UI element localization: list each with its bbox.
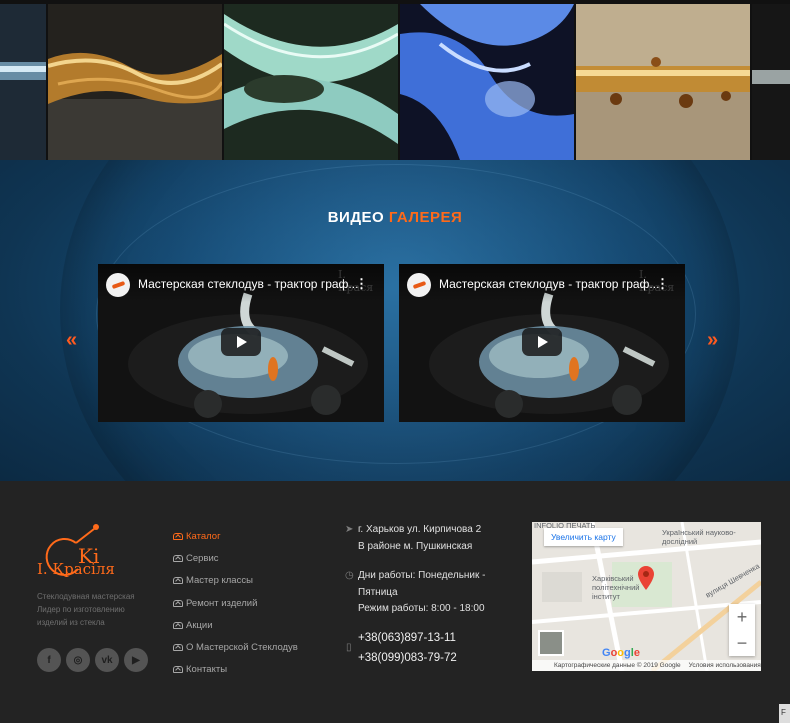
menu-item-label: Ремонт изделий [186,597,258,609]
video-player-1[interactable]: I. Крася Мастерская стеклодув - трактор … [98,264,384,422]
glass-tile-1[interactable] [0,4,46,160]
home-icon [173,666,183,674]
instagram-icon[interactable]: ◎ [66,648,90,672]
vk-icon[interactable]: vk [95,648,119,672]
home-icon [173,599,183,607]
home-icon [173,554,183,562]
map-zoom-control: + − [729,604,755,656]
address-district: В районе м. Пушкинская [358,541,473,552]
brand-name[interactable]: І. Красіля [37,560,115,578]
menu-item-service[interactable]: Сервис [173,547,298,569]
satellite-toggle-icon[interactable] [538,630,564,656]
next-arrow-icon[interactable]: » [707,329,718,352]
footer-menu: Каталог Сервис Мастер классы Ремонт изде… [173,525,298,681]
work-days: Дни работы: Понедельник - [358,570,486,581]
clock-icon: ◷ [345,570,354,581]
prev-arrow-icon[interactable]: « [66,329,77,352]
video-player-2[interactable]: I. Крася Мастерская стеклодув - трактор … [399,264,685,422]
map-terms-link[interactable]: Условия использования [689,662,761,669]
enlarge-map-button[interactable]: Увеличить карту [544,528,623,546]
menu-item-about[interactable]: О Мастерской Стеклодув [173,636,298,658]
menu-item-label: Контакты [186,664,228,676]
play-button-icon[interactable] [522,328,562,356]
corner-widget[interactable]: F [779,704,790,723]
menu-item-label: О Мастерской Стеклодув [186,642,298,654]
youtube-icon[interactable]: ▶ [124,648,148,672]
phone-number-1[interactable]: +38(063)897-13-11 [358,632,456,644]
home-icon [173,577,183,585]
title-word-video: ВИДЕО [327,209,385,226]
home-icon [173,532,183,540]
google-logo: Google [602,647,640,659]
work-hours: Режим работы: 8:00 - 18:00 [358,603,485,614]
glass-tile-2[interactable] [48,4,222,160]
menu-item-repair[interactable]: Ремонт изделий [173,592,298,614]
video-gallery-title: ВИДЕО ГАЛЕРЕЯ [0,209,790,226]
glass-tile-5[interactable] [576,4,750,160]
more-options-icon[interactable]: ⋮ [355,276,368,292]
work-days-end: Пятница [358,587,398,598]
menu-item-label: Мастер классы [186,575,253,587]
phone-icon: ▯ [346,642,352,653]
more-options-icon[interactable]: ⋮ [656,276,669,292]
phone-number-2[interactable]: +38(099)083-79-72 [358,652,457,664]
google-map[interactable]: Увеличить карту INFOLIO ПЕЧАТЬ Українськ… [532,522,761,671]
map-label-top: INFOLIO ПЕЧАТЬ [534,522,596,530]
map-attribution: Картографические данные © 2019 Google Ус… [532,660,761,671]
glass-gallery-strip [0,0,790,160]
video-title[interactable]: Мастерская стеклодув - трактор граф... [138,277,358,291]
menu-item-catalog[interactable]: Каталог [173,525,298,547]
social-links: f ◎ vk ▶ [37,648,148,672]
title-word-gallery: ГАЛЕРЕЯ [388,209,463,226]
home-icon [173,621,183,629]
glass-tile-6[interactable] [752,4,790,160]
address-line: г. Харьков ул. Кирпичова 2 [358,524,482,535]
zoom-in-button[interactable]: + [729,604,755,630]
map-label-institute: Харківський політехнічний інститут [592,574,640,601]
zoom-out-button[interactable]: − [729,630,755,656]
glass-tile-3[interactable] [224,4,398,160]
menu-item-master-classes[interactable]: Мастер классы [173,570,298,592]
map-label-museum: Український науково-дослідний [662,528,736,546]
location-pin-icon[interactable] [638,566,654,590]
map-data-credit: Картографические данные © 2019 Google [554,662,681,669]
video-title[interactable]: Мастерская стеклодув - трактор граф... [439,277,659,291]
menu-item-label: Акции [186,619,213,631]
menu-item-label: Сервис [186,552,219,564]
glass-tile-4[interactable] [400,4,574,160]
facebook-icon[interactable]: f [37,648,61,672]
location-arrow-icon: ➤ [345,524,354,535]
channel-avatar-icon[interactable] [407,273,431,297]
menu-item-promotions[interactable]: Акции [173,614,298,636]
play-button-icon[interactable] [221,328,261,356]
channel-avatar-icon[interactable] [106,273,130,297]
brand-tagline: Стеклодувная мастерская Лидер по изготов… [37,592,135,627]
menu-item-label: Каталог [186,530,221,542]
menu-item-contacts[interactable]: Контакты [173,659,298,681]
home-icon [173,644,183,652]
